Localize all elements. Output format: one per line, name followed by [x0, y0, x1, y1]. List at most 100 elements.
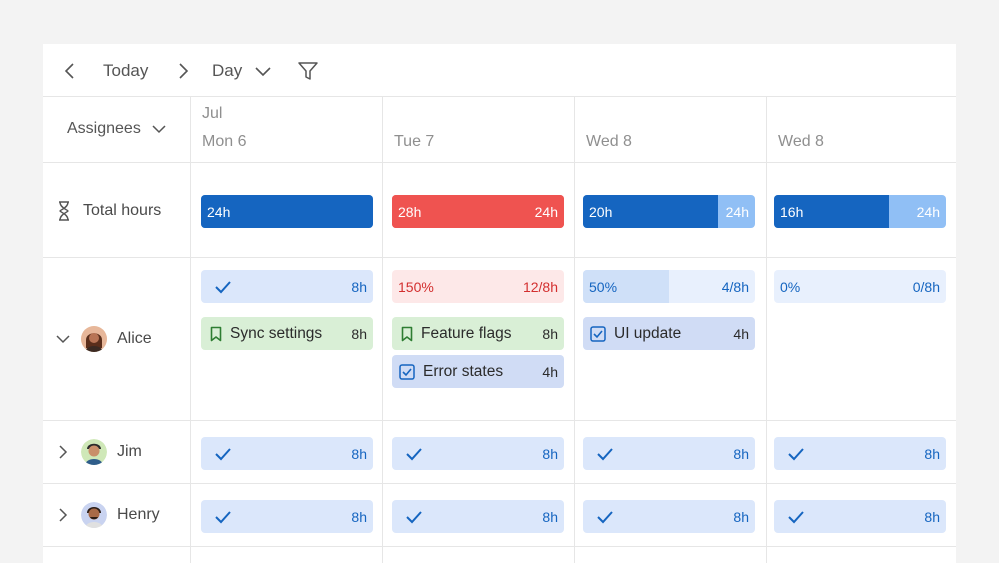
- total-hours-bar[interactable]: 28h 24h: [392, 195, 564, 228]
- workload-chip[interactable]: 150% 12/8h: [392, 270, 564, 303]
- column-divider: [766, 97, 767, 563]
- task-title: Error states: [423, 362, 504, 380]
- workload-hours: 0/8h: [912, 278, 940, 295]
- day-header: Wed 8: [778, 133, 824, 150]
- avatar: [81, 439, 107, 465]
- workload-chip[interactable]: 0% 0/8h: [774, 270, 946, 303]
- task-hours: 4h: [542, 363, 558, 380]
- total-hours-bar[interactable]: 24h: [201, 195, 373, 228]
- workload-hours: 8h: [542, 508, 558, 525]
- workload-hours: 8h: [542, 445, 558, 462]
- total-hours-value: 24h: [207, 203, 231, 220]
- workload-chip[interactable]: 8h: [392, 437, 564, 470]
- day-header: Mon 6: [202, 133, 247, 150]
- assignee-name: Alice: [117, 330, 152, 347]
- row-divider: [43, 546, 956, 547]
- workload-chip[interactable]: 8h: [583, 500, 755, 533]
- checkbox-icon: [399, 363, 415, 380]
- chevron-down-icon: [152, 125, 166, 134]
- total-hours-value: 28h: [398, 203, 422, 220]
- checkmark-icon: [406, 447, 422, 460]
- workload-panel: Today Day Assignees Jul Mon 6 Tue 7 Wed …: [43, 44, 956, 563]
- chevron-down-icon[interactable]: [55, 334, 71, 344]
- chevron-right-icon[interactable]: [55, 445, 71, 459]
- total-hours-value: 16h: [780, 203, 804, 220]
- workload-hours: 12/8h: [522, 278, 558, 295]
- task-card[interactable]: Sync settings 8h: [201, 317, 373, 350]
- checkbox-icon: [590, 325, 606, 342]
- checkmark-icon: [597, 510, 613, 523]
- header-divider: [43, 162, 956, 163]
- month-label: Jul: [202, 105, 223, 122]
- chevron-right-icon[interactable]: [55, 508, 71, 522]
- workload-hours: 8h: [924, 508, 940, 525]
- total-hours-bar[interactable]: 20h 24h: [583, 195, 755, 228]
- task-hours: 8h: [542, 325, 558, 342]
- avatar: [81, 502, 107, 528]
- workload-hours: 8h: [733, 508, 749, 525]
- avatar: [81, 326, 107, 352]
- total-hours-capacity: 24h: [725, 203, 749, 220]
- filter-button[interactable]: [297, 44, 319, 97]
- task-hours: 4h: [733, 325, 749, 342]
- today-button[interactable]: Today: [103, 44, 148, 97]
- workload-hours: 8h: [351, 508, 367, 525]
- assignee-henry[interactable]: Henry: [55, 502, 160, 528]
- view-label: Day: [212, 60, 243, 80]
- column-divider: [190, 97, 191, 563]
- total-hours-bar[interactable]: 16h 24h: [774, 195, 946, 228]
- bookmark-icon: [401, 326, 413, 341]
- checkmark-icon: [215, 510, 231, 523]
- person-avatar-icon: [81, 326, 107, 352]
- row-divider: [43, 257, 956, 258]
- total-hours-label-cell: Total hours: [57, 201, 161, 221]
- assignee-alice[interactable]: Alice: [55, 326, 152, 352]
- checkmark-icon: [215, 447, 231, 460]
- column-divider: [382, 97, 383, 563]
- view-select[interactable]: Day: [212, 44, 272, 97]
- total-hours-label: Total hours: [83, 202, 162, 219]
- total-hours-capacity: 24h: [534, 203, 558, 220]
- assignee-name: Henry: [117, 506, 160, 523]
- total-hours-capacity: 24h: [916, 203, 940, 220]
- workload-chip[interactable]: 8h: [774, 500, 946, 533]
- chevron-right-icon: [179, 62, 189, 79]
- total-hours-value: 20h: [589, 203, 613, 220]
- task-card[interactable]: Feature flags 8h: [392, 317, 564, 350]
- bookmark-icon: [210, 326, 222, 341]
- task-card[interactable]: Error states 4h: [392, 355, 564, 388]
- workload-chip[interactable]: 8h: [392, 500, 564, 533]
- workload-chip[interactable]: 8h: [774, 437, 946, 470]
- workload-percent: 0%: [780, 278, 801, 295]
- column-divider: [574, 97, 575, 563]
- task-title: UI update: [614, 324, 682, 342]
- task-hours: 8h: [351, 325, 367, 342]
- workload-hours: 8h: [351, 278, 367, 295]
- assignee-name: Jim: [117, 443, 142, 460]
- task-title: Feature flags: [421, 324, 512, 342]
- today-label: Today: [103, 60, 149, 80]
- workload-hours: 8h: [351, 445, 367, 462]
- hourglass-icon: [59, 201, 69, 221]
- workload-chip[interactable]: 8h: [201, 270, 373, 303]
- task-card[interactable]: UI update 4h: [583, 317, 755, 350]
- day-header: Wed 8: [586, 133, 632, 150]
- prev-button[interactable]: [63, 44, 81, 97]
- assignees-dropdown[interactable]: Assignees: [67, 120, 167, 138]
- checkmark-icon: [406, 510, 422, 523]
- workload-chip[interactable]: 8h: [201, 500, 373, 533]
- day-header: Tue 7: [394, 133, 435, 150]
- workload-chip[interactable]: 50% 4/8h: [583, 270, 755, 303]
- row-divider: [43, 420, 956, 421]
- next-button[interactable]: [176, 44, 194, 97]
- workload-chip[interactable]: 8h: [583, 437, 755, 470]
- workload-chip[interactable]: 8h: [201, 437, 373, 470]
- person-avatar-icon: [81, 502, 107, 528]
- chevron-left-icon: [64, 62, 74, 79]
- workload-percent: 150%: [398, 278, 434, 295]
- assignee-jim[interactable]: Jim: [55, 439, 142, 465]
- workload-percent: 50%: [589, 278, 618, 295]
- workload-hours: 8h: [733, 445, 749, 462]
- chevron-down-icon: [255, 66, 271, 76]
- checkmark-icon: [788, 510, 804, 523]
